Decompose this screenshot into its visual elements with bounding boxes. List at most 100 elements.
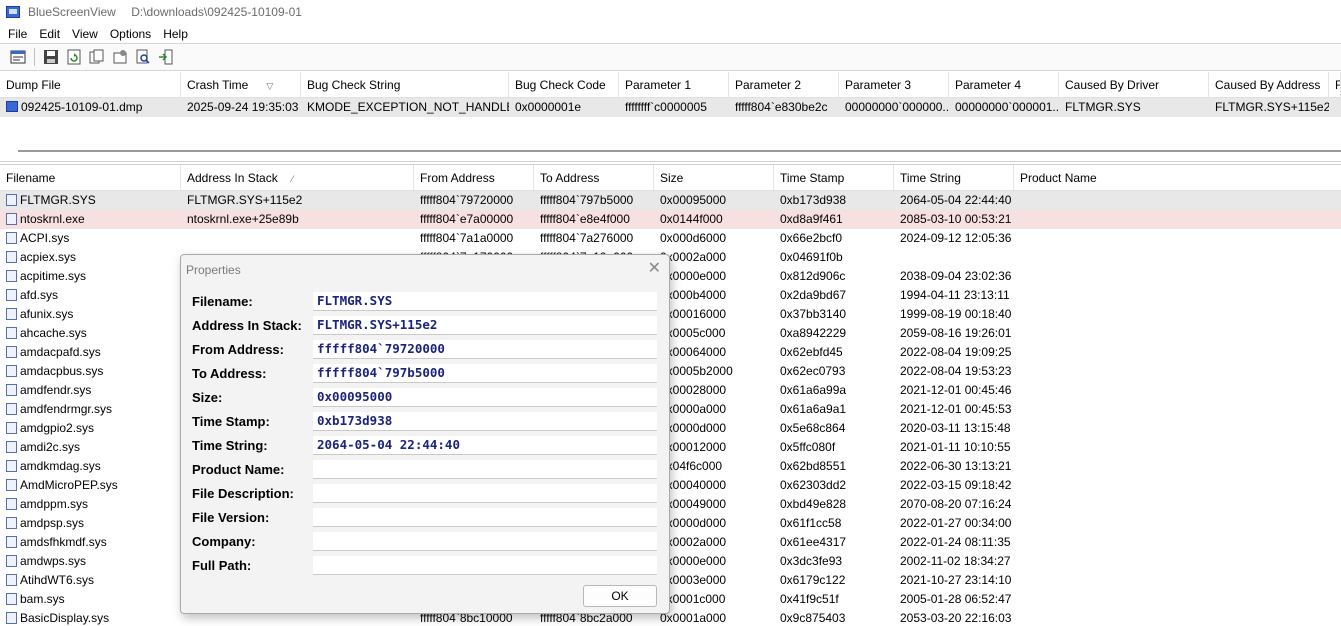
save-icon[interactable] [41, 47, 61, 67]
dialog-field-value[interactable]: 0xb173d938 [313, 412, 657, 431]
col-from-address[interactable]: From Address [414, 165, 534, 191]
size-cell: 0x00064000 [660, 345, 727, 359]
size-cell: 0x0000e000 [660, 554, 727, 568]
time-string-cell: 2002-11-02 18:34:27 [900, 554, 1011, 568]
find-icon[interactable] [133, 47, 153, 67]
dump-list-header: Dump File Crash Time ▽ Bug Check String B… [0, 72, 1341, 98]
size-cell: 0x00012000 [660, 440, 727, 454]
col-parameter-4[interactable]: Parameter 4 [949, 72, 1059, 98]
time-stamp-cell: 0x812d906c [780, 269, 846, 283]
driver-file-icon [6, 460, 17, 472]
size-cell: 0x00049000 [660, 497, 727, 511]
col-bug-check-code[interactable]: Bug Check Code [509, 72, 619, 98]
product-name-cell [1014, 438, 1341, 457]
driver-row[interactable]: ntoskrnl.exe ntoskrnl.exe+25e89b fffff804`… [0, 210, 1341, 229]
col-parameter-1[interactable]: Parameter 1 [619, 72, 729, 98]
filename-cell: amdacpafd.sys [0, 343, 181, 362]
size-cell: 0x0002a000 [660, 535, 727, 549]
time-stamp-cell: 0x62ebfd45 [780, 345, 843, 359]
col-size[interactable]: Size [654, 165, 774, 191]
dialog-field-label: Product Name: [192, 462, 285, 477]
dump-row[interactable]: 092425-10109-01.dmp 2025-09-24 19:35:03 … [0, 98, 1341, 117]
time-string-cell: 2085-03-10 00:53:21 [900, 212, 1012, 226]
ok-button[interactable]: OK [583, 585, 657, 607]
parameter-4-cell: 00000000`000001... [955, 100, 1059, 114]
col-f[interactable]: F [1329, 72, 1341, 98]
driver-file-icon [6, 441, 17, 453]
time-stamp-cell: 0x61a6a9a1 [780, 402, 847, 416]
filename-cell: amdsfhkmdf.sys [0, 533, 181, 552]
col-dump-file[interactable]: Dump File [0, 72, 181, 98]
parameter-3-cell: 00000000`000000... [845, 100, 949, 114]
size-cell: 0x04f6c000 [660, 459, 723, 473]
col-caused-by-address[interactable]: Caused By Address [1209, 72, 1329, 98]
menu-view[interactable]: View [66, 27, 104, 41]
menu-options[interactable]: Options [104, 27, 157, 41]
to-address-cell: fffff804`797b5000 [540, 193, 634, 207]
driver-file-icon [6, 479, 17, 491]
driver-file-icon [6, 574, 17, 586]
dialog-field-label: Address In Stack: [192, 318, 302, 333]
properties-icon[interactable] [8, 47, 28, 67]
time-string-cell: 2021-12-01 00:45:53 [900, 402, 1012, 416]
col-crash-time[interactable]: Crash Time ▽ [181, 72, 301, 98]
size-cell: 0x00095000 [660, 193, 727, 207]
size-cell: 0x00040000 [660, 478, 727, 492]
col-time-string[interactable]: Time String [894, 165, 1014, 191]
col-product-name[interactable]: Product Name [1014, 165, 1341, 191]
dialog-field-value[interactable] [313, 460, 657, 479]
time-stamp-cell: 0xd8a9f461 [780, 212, 843, 226]
options-icon[interactable] [110, 47, 130, 67]
size-cell: 0x0000e000 [660, 269, 727, 283]
driver-file-icon [6, 536, 17, 548]
dialog-field-value[interactable]: 0x00095000 [313, 388, 657, 407]
col-caused-by-driver[interactable]: Caused By Driver [1059, 72, 1209, 98]
time-stamp-cell: 0x04691f0b [780, 250, 843, 264]
toolbar [0, 43, 1341, 71]
driver-filename: ACPI.sys [20, 231, 70, 245]
dialog-field-value[interactable]: FLTMGR.SYS [313, 292, 657, 311]
to-address-cell: fffff804`e8e4f000 [540, 212, 630, 226]
time-string-cell: 2070-08-20 07:16:24 [900, 497, 1012, 511]
dialog-field-value[interactable]: FLTMGR.SYS+115e2 [313, 316, 657, 335]
dialog-field-value[interactable]: fffff804`79720000 [313, 340, 657, 359]
dialog-field-value[interactable] [313, 556, 657, 575]
from-address-cell: fffff804`e7a00000 [420, 212, 514, 226]
menu-file[interactable]: File [2, 27, 33, 41]
dialog-field-value[interactable] [313, 532, 657, 551]
product-name-cell [1014, 533, 1341, 552]
menu-help[interactable]: Help [157, 27, 194, 41]
time-string-cell: 2038-09-04 23:02:36 [900, 269, 1012, 283]
col-parameter-3[interactable]: Parameter 3 [839, 72, 949, 98]
copy-icon[interactable] [87, 47, 107, 67]
filename-cell: bam.sys [0, 590, 181, 609]
col-parameter-2[interactable]: Parameter 2 [729, 72, 839, 98]
menu-edit[interactable]: Edit [33, 27, 66, 41]
dialog-field-value[interactable]: 2064-05-04 22:44:40 [313, 436, 657, 455]
driver-filename: BasicDisplay.sys [20, 611, 110, 625]
dialog-field-value[interactable] [313, 508, 657, 527]
menu-bar: File Edit View Options Help [0, 24, 1341, 43]
time-stamp-cell: 0x5ffc080f [780, 440, 836, 454]
dialog-field-value[interactable]: fffff804`797b5000 [313, 364, 657, 383]
col-bug-check-string[interactable]: Bug Check String [301, 72, 509, 98]
time-string-cell: 2021-12-01 00:45:46 [900, 383, 1012, 397]
caused-by-address-cell: FLTMGR.SYS+115e2 [1215, 100, 1329, 114]
horizontal-scrollbar[interactable] [18, 150, 1341, 152]
col-time-stamp[interactable]: Time Stamp [774, 165, 894, 191]
product-name-cell [1014, 229, 1341, 248]
from-address-cell: fffff804`7a1a0000 [420, 231, 514, 245]
close-icon[interactable]: ✕ [648, 258, 661, 278]
col-address-in-stack[interactable]: Address In Stack ⁄ [181, 165, 414, 191]
dialog-field-value[interactable] [313, 484, 657, 503]
col-to-address[interactable]: To Address [534, 165, 654, 191]
driver-row[interactable]: FLTMGR.SYS FLTMGR.SYS+115e2 fffff804`79720… [0, 191, 1341, 210]
address-in-stack-cell: ntoskrnl.exe+25e89b [187, 212, 299, 226]
driver-row[interactable]: ACPI.sys fffff804`7a1a0000 fffff804`7a2760… [0, 229, 1341, 248]
size-cell: 0x0000a000 [660, 402, 727, 416]
exit-icon[interactable] [156, 47, 176, 67]
dialog-field-label: To Address: [192, 366, 267, 381]
refresh-icon[interactable] [64, 47, 84, 67]
col-filename[interactable]: Filename [0, 165, 181, 191]
filename-cell: ACPI.sys [0, 229, 181, 248]
